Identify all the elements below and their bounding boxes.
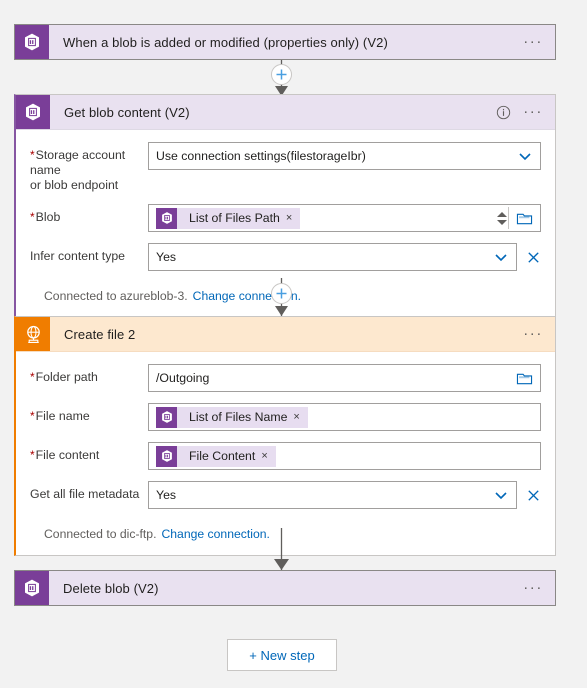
get-all-file-metadata-value: Yes	[156, 488, 177, 502]
create-file-2-menu-button[interactable]: ···	[523, 326, 543, 341]
field-label-folder-path: *Folder path	[30, 364, 148, 385]
azure-blob-storage-icon	[156, 207, 177, 229]
field-row-blob: *Blob List of Files Path ×	[30, 204, 541, 232]
create-file-2-header[interactable]: Create file 2 ···	[16, 317, 555, 352]
field-row-file-name: *File name List of Files Name ×	[30, 403, 541, 431]
logic-app-designer-canvas: When a blob is added or modified (proper…	[0, 0, 587, 688]
chevron-down-icon[interactable]	[493, 249, 509, 265]
spinner-down-icon[interactable]	[497, 219, 507, 225]
token-chip-file-content[interactable]: File Content ×	[156, 445, 276, 467]
delete-blob-title: Delete blob (V2)	[63, 580, 159, 596]
field-label-line1: File name	[35, 409, 90, 423]
file-content-input[interactable]: File Content ×	[148, 442, 541, 470]
field-label-line1: File content	[35, 448, 100, 462]
token-chip-label: List of Files Name	[189, 410, 288, 424]
field-label-line1: Folder path	[35, 370, 98, 384]
connector-3	[0, 528, 587, 572]
trigger-card-menu-button[interactable]: ···	[523, 34, 543, 49]
trigger-card-header[interactable]: When a blob is added or modified (proper…	[15, 25, 555, 59]
chevron-down-icon[interactable]	[517, 148, 533, 164]
get-blob-content-menu-button[interactable]: ···	[523, 104, 543, 119]
infer-content-type-value: Yes	[156, 250, 177, 264]
field-row-storage-account: *Storage account name or blob endpoint U…	[30, 142, 541, 193]
azure-blob-storage-icon	[15, 571, 49, 605]
field-label-line2: or blob endpoint	[30, 178, 119, 192]
spinner-up-icon[interactable]	[497, 211, 507, 217]
clear-field-button[interactable]	[526, 250, 541, 265]
create-file-2-title: Create file 2	[64, 326, 136, 342]
delete-blob-header[interactable]: Delete blob (V2) ···	[15, 571, 555, 605]
field-label-line1: Infer content type	[30, 249, 126, 263]
blob-input[interactable]: List of Files Path ×	[148, 204, 541, 232]
field-label-file-name: *File name	[30, 403, 148, 424]
field-divider	[508, 207, 509, 229]
delete-blob-card[interactable]: Delete blob (V2) ···	[14, 570, 556, 606]
add-step-button-2[interactable]	[271, 283, 292, 304]
folder-path-value: /Outgoing	[156, 371, 210, 385]
add-step-button-1[interactable]	[271, 64, 292, 85]
get-blob-content-header[interactable]: Get blob content (V2) ···	[16, 95, 555, 130]
token-chip-list-of-files-name[interactable]: List of Files Name ×	[156, 406, 308, 428]
azure-blob-storage-icon	[156, 445, 177, 467]
info-icon[interactable]	[496, 105, 511, 120]
new-step-button[interactable]: + New step	[227, 639, 337, 671]
ftp-icon	[16, 317, 50, 351]
file-name-input[interactable]: List of Files Name ×	[148, 403, 541, 431]
trigger-card[interactable]: When a blob is added or modified (proper…	[14, 24, 556, 60]
field-row-folder-path: *Folder path /Outgoing	[30, 364, 541, 392]
get-all-file-metadata-dropdown[interactable]: Yes	[148, 481, 517, 509]
field-row-infer-content-type: Infer content type Yes	[30, 243, 541, 271]
token-remove-button[interactable]: ×	[261, 450, 275, 462]
delete-blob-menu-button[interactable]: ···	[523, 580, 543, 595]
blob-spinner-control[interactable]	[496, 211, 508, 225]
field-label-file-content: *File content	[30, 442, 148, 463]
folder-picker-icon[interactable]	[516, 211, 533, 226]
token-remove-button[interactable]: ×	[286, 212, 300, 224]
infer-content-type-dropdown[interactable]: Yes	[148, 243, 517, 271]
folder-path-input[interactable]: /Outgoing	[148, 364, 541, 392]
token-remove-button[interactable]: ×	[293, 411, 307, 423]
field-label-line1: Get all file metadata	[30, 487, 140, 501]
azure-blob-storage-icon	[156, 406, 177, 428]
required-marker: *	[30, 210, 35, 224]
new-step-label: + New step	[249, 647, 315, 663]
field-row-get-all-file-metadata: Get all file metadata Yes	[30, 481, 541, 509]
chevron-down-icon[interactable]	[493, 487, 509, 503]
azure-blob-storage-icon	[16, 95, 50, 129]
field-label-get-all-file-metadata: Get all file metadata	[30, 481, 148, 502]
clear-field-button[interactable]	[526, 488, 541, 503]
folder-picker-icon[interactable]	[516, 371, 533, 386]
get-blob-content-title: Get blob content (V2)	[64, 104, 190, 120]
connector-2	[0, 278, 587, 318]
field-label-line1: Blob	[35, 210, 61, 224]
required-marker: *	[30, 370, 35, 384]
required-marker: *	[30, 409, 35, 423]
token-chip-label: List of Files Path	[189, 211, 280, 225]
field-label-blob: *Blob	[30, 204, 148, 225]
create-file-2-card[interactable]: Create file 2 ··· *Folder path /Outgoing	[14, 316, 556, 556]
connector-1	[0, 60, 587, 98]
field-row-file-content: *File content File Content ×	[30, 442, 541, 470]
azure-blob-storage-icon	[15, 25, 49, 59]
field-label-infer-content-type: Infer content type	[30, 243, 148, 264]
field-label-line1: Storage account name	[30, 148, 126, 177]
storage-account-dropdown[interactable]: Use connection settings(filestorageIbr)	[148, 142, 541, 170]
trigger-card-title: When a blob is added or modified (proper…	[63, 34, 388, 50]
token-chip-label: File Content	[189, 449, 256, 463]
required-marker: *	[30, 148, 35, 162]
create-file-2-body: *Folder path /Outgoing *File name List o…	[16, 352, 555, 555]
storage-account-value: Use connection settings(filestorageIbr)	[156, 149, 366, 163]
required-marker: *	[30, 448, 35, 462]
token-chip-list-of-files-path[interactable]: List of Files Path ×	[156, 207, 301, 229]
field-label-storage-account: *Storage account name or blob endpoint	[30, 142, 148, 193]
